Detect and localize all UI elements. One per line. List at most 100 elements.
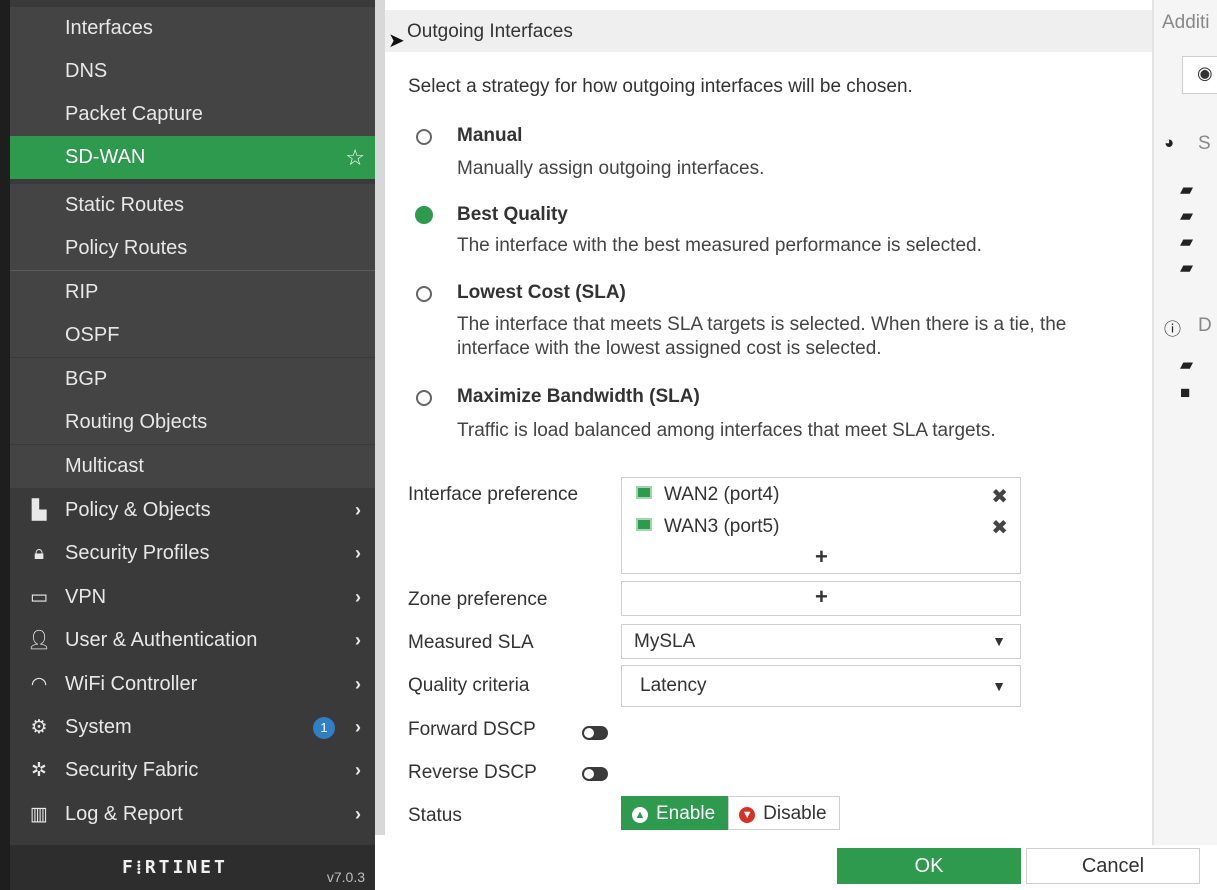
sidebar-item-routing-objects[interactable]: Routing Objects: [10, 401, 375, 444]
sidebar-item-label: RIP: [65, 281, 99, 303]
status-toggle-group: ▲ Enable ▼ Disable: [621, 796, 840, 830]
book-icon[interactable]: ▰: [1180, 258, 1193, 278]
interface-name: WAN2 (port4): [664, 484, 780, 505]
sidebar-item-label: DNS: [65, 60, 108, 82]
additional-info-panel: Additi ◉ ◕ S ▰ ▰ ▰ ▰ ⓘ D ▰ ■: [1154, 0, 1217, 845]
sidebar-item-label: Static Routes: [65, 194, 184, 216]
section-s-label: S: [1198, 133, 1211, 154]
radio-lowest-cost[interactable]: [416, 286, 432, 302]
add-interface-icon[interactable]: +: [815, 544, 828, 570]
chevron-right-icon: ›: [355, 674, 361, 694]
sidebar-item-ospf[interactable]: OSPF: [10, 314, 375, 357]
book-icon[interactable]: ▰: [1180, 180, 1193, 200]
sidebar-item-multicast[interactable]: Multicast: [10, 445, 375, 488]
book-icon[interactable]: ▰: [1180, 355, 1193, 375]
measured-sla-label: Measured SLA: [408, 632, 534, 653]
radio-best-quality[interactable]: [415, 206, 433, 224]
video-icon[interactable]: ■: [1180, 383, 1190, 403]
sidebar-item-label: User & Authentication: [65, 629, 258, 651]
chart-icon: ▥: [30, 804, 48, 825]
interface-preference-box: WAN2 (port4) ✖ WAN3 (port5) ✖ +: [621, 477, 1021, 574]
quality-criteria-label: Quality criteria: [408, 675, 530, 696]
dropdown-caret-icon: ▼: [992, 678, 1006, 694]
sidebar-item-vpn[interactable]: ▭ VPN ›: [10, 576, 375, 619]
sidebar-item-security-profiles[interactable]: 🔒︎ Security Profiles ›: [10, 532, 375, 575]
sidebar-item-user-authentication[interactable]: 👤︎ User & Authentication ›: [10, 619, 375, 662]
arrow-down-circle-icon: ▼: [739, 807, 756, 823]
sidebar-item-sd-wan[interactable]: SD-WAN ☆: [10, 136, 375, 179]
remove-icon[interactable]: ✖: [991, 515, 1008, 540]
option-lowest-cost-desc: The interface that meets SLA targets is …: [457, 314, 1067, 359]
chevron-right-icon: ›: [355, 587, 361, 607]
sidebar-item-label: Routing Objects: [65, 411, 208, 433]
lock-icon: 🔒︎: [33, 543, 45, 564]
main-panel-border: [375, 0, 385, 845]
cancel-button[interactable]: Cancel: [1026, 848, 1200, 884]
sidebar-item-log-report[interactable]: ▥ Log & Report ›: [10, 793, 375, 836]
sidebar-item-wifi-controller[interactable]: ◠ WiFi Controller ›: [10, 663, 375, 706]
sidebar-item-static-routes[interactable]: Static Routes: [10, 184, 375, 227]
add-zone-icon[interactable]: +: [815, 584, 828, 610]
status-label: Status: [408, 805, 462, 826]
eye-icon: ◉: [1197, 63, 1213, 83]
quality-criteria-value: Latency: [640, 675, 707, 696]
sidebar-item-rip[interactable]: RIP: [10, 271, 375, 314]
option-manual-desc: Manually assign outgoing interfaces.: [457, 158, 765, 179]
sidebar-edge: [0, 0, 10, 890]
interface-entry[interactable]: WAN3 (port5): [636, 516, 779, 538]
sidebar-item-policy-objects[interactable]: ▙ Policy & Objects ›: [10, 489, 375, 532]
sidebar-item-label: SD-WAN: [65, 146, 146, 168]
option-best-quality-title[interactable]: Best Quality: [457, 204, 568, 226]
interface-name: WAN3 (port5): [664, 516, 780, 537]
additional-info-title: Additi: [1162, 12, 1210, 33]
laptop-icon: ▭: [30, 587, 48, 608]
interface-preference-label: Interface preference: [408, 484, 579, 505]
arrow-up-circle-icon: ▲: [632, 807, 648, 823]
port-icon: [636, 518, 652, 532]
dropdown-caret-icon: ▼: [992, 633, 1006, 649]
zone-preference-box[interactable]: +: [621, 581, 1021, 616]
option-lowest-cost-title[interactable]: Lowest Cost (SLA): [457, 282, 626, 304]
sidebar-item-security-fabric[interactable]: ✲ Security Fabric ›: [10, 749, 375, 792]
sidebar-item-dns[interactable]: DNS: [10, 50, 375, 93]
sidebar-item-label: Policy Routes: [65, 237, 188, 259]
fabric-icon: ✲: [31, 760, 47, 781]
option-maximize-bandwidth-title[interactable]: Maximize Bandwidth (SLA): [457, 386, 700, 408]
book-icon[interactable]: ▰: [1180, 206, 1193, 226]
ok-button[interactable]: OK: [837, 848, 1021, 884]
sidebar-item-interfaces[interactable]: Interfaces: [10, 7, 375, 50]
book-icon[interactable]: ▰: [1180, 232, 1193, 252]
fortinet-logo: F⁞RTINET: [122, 857, 228, 878]
policy-icon: ▙: [31, 500, 47, 521]
quality-criteria-select[interactable]: Latency ▼: [621, 665, 1021, 707]
sidebar-item-label: Multicast: [65, 455, 144, 477]
forward-dscp-label: Forward DSCP: [408, 719, 536, 740]
sidebar-item-label: VPN: [65, 586, 107, 608]
radio-maximize-bandwidth[interactable]: [416, 390, 432, 406]
sidebar-item-packet-capture[interactable]: Packet Capture: [10, 93, 375, 136]
view-button[interactable]: ◉: [1182, 56, 1217, 94]
chevron-right-icon: ›: [355, 630, 361, 650]
sidebar-item-policy-routes[interactable]: Policy Routes: [10, 227, 375, 270]
remove-icon[interactable]: ✖: [991, 484, 1008, 509]
chevron-right-icon: ›: [355, 804, 361, 824]
option-maximize-bandwidth-desc: Traffic is load balanced among interface…: [457, 420, 996, 441]
section-header: Outgoing Interfaces: [385, 10, 1152, 52]
disable-button[interactable]: ▼ Disable: [728, 796, 840, 830]
measured-sla-select[interactable]: MySLA ▼: [621, 624, 1021, 659]
sidebar-item-label: Packet Capture: [65, 103, 203, 125]
interface-entry[interactable]: WAN2 (port4): [636, 484, 779, 506]
reverse-dscp-toggle[interactable]: [582, 767, 608, 781]
radio-manual[interactable]: [416, 129, 432, 145]
chevron-right-icon: ›: [355, 760, 361, 780]
option-manual-title[interactable]: Manual: [457, 125, 522, 147]
enable-button[interactable]: ▲ Enable: [621, 796, 729, 830]
strategy-description: Select a strategy for how outgoing inter…: [408, 76, 913, 97]
zone-preference-label: Zone preference: [408, 589, 548, 610]
sidebar-item-label: System: [65, 716, 132, 738]
forward-dscp-toggle[interactable]: [582, 726, 608, 740]
palette-icon: ◕: [1164, 133, 1175, 152]
sidebar-item-bgp[interactable]: BGP: [10, 358, 375, 401]
sidebar-item-system[interactable]: ⚙︎ System 1 ›: [10, 706, 375, 749]
star-icon[interactable]: ☆: [345, 136, 365, 179]
